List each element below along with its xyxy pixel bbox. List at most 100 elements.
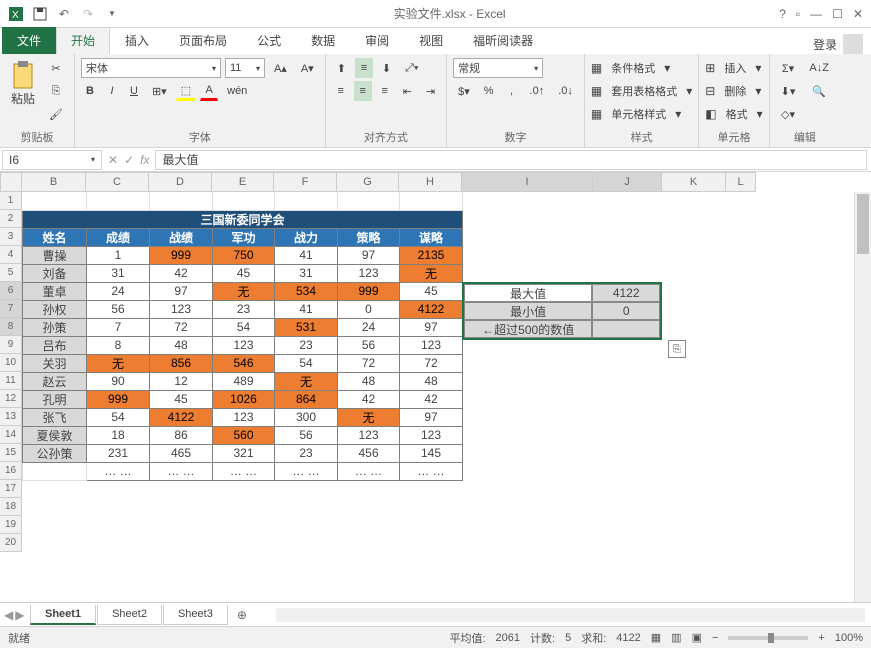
data-cell[interactable]: 72 xyxy=(338,354,400,372)
fx-icon[interactable]: fx xyxy=(140,153,149,167)
data-cell[interactable]: 97 xyxy=(150,282,213,300)
data-cell[interactable]: 999 xyxy=(87,390,150,408)
data-cell[interactable]: 489 xyxy=(213,372,275,390)
bold-button[interactable]: B xyxy=(81,81,99,101)
data-cell[interactable]: 无 xyxy=(338,408,400,426)
table-header-cell[interactable]: 战力 xyxy=(275,228,338,246)
copy-icon[interactable]: ⎘ xyxy=(44,81,68,101)
select-all-corner[interactable] xyxy=(0,172,22,192)
data-cell[interactable]: 1 xyxy=(87,246,150,264)
data-cell[interactable]: 560 xyxy=(213,426,275,444)
percent-icon[interactable]: % xyxy=(479,81,499,101)
table-header-cell[interactable]: 成绩 xyxy=(87,228,150,246)
sheet-nav-next-icon[interactable]: ▶ xyxy=(15,608,24,622)
data-cell[interactable]: 48 xyxy=(338,372,400,390)
minimize-icon[interactable]: — xyxy=(810,7,822,21)
name-box[interactable]: I6▾ xyxy=(2,150,102,170)
sort-filter-icon[interactable]: A↓Z xyxy=(804,58,834,78)
cell-styles-button[interactable]: 单元格样式 xyxy=(606,104,671,124)
cell-area[interactable]: 三国新委同学会姓名成绩战绩军功战力策略谋略曹操199975041972135刘备… xyxy=(22,192,463,481)
data-cell[interactable]: 546 xyxy=(213,354,275,372)
column-header[interactable]: H xyxy=(399,172,462,192)
row-header[interactable]: 8 xyxy=(0,318,22,336)
currency-icon[interactable]: $▾ xyxy=(453,81,475,101)
data-cell[interactable]: 90 xyxy=(87,372,150,390)
row-header[interactable]: 17 xyxy=(0,480,22,498)
user-avatar-icon[interactable] xyxy=(843,34,863,54)
data-cell[interactable]: 孙权 xyxy=(23,300,87,318)
row-header[interactable]: 2 xyxy=(0,210,22,228)
data-cell[interactable]: 孔明 xyxy=(23,390,87,408)
align-top-icon[interactable]: ⬆ xyxy=(332,58,351,78)
data-cell[interactable]: 曹操 xyxy=(23,246,87,264)
align-left-icon[interactable]: ≡ xyxy=(332,81,350,101)
clear-icon[interactable]: ◇▾ xyxy=(776,104,801,124)
column-header[interactable]: J xyxy=(593,172,662,192)
align-middle-icon[interactable]: ≡ xyxy=(355,58,373,78)
data-cell[interactable]: 1026 xyxy=(213,390,275,408)
data-cell[interactable]: 48 xyxy=(150,336,213,354)
data-cell[interactable]: 无 xyxy=(275,372,338,390)
zoom-slider[interactable] xyxy=(728,636,808,640)
fill-icon[interactable]: ⬇▾ xyxy=(776,81,801,101)
row-header[interactable]: 18 xyxy=(0,498,22,516)
column-header[interactable]: B xyxy=(22,172,86,192)
tab-file[interactable]: 文件 xyxy=(2,27,56,54)
conditional-format-button[interactable]: 条件格式 xyxy=(606,58,660,78)
data-cell[interactable]: … … xyxy=(150,462,213,480)
sheet-nav-prev-icon[interactable]: ◀ xyxy=(4,608,13,622)
data-cell[interactable]: 董卓 xyxy=(23,282,87,300)
data-cell[interactable]: 534 xyxy=(275,282,338,300)
data-cell[interactable]: 孙策 xyxy=(23,318,87,336)
data-cell[interactable]: 145 xyxy=(400,444,463,462)
selection-range[interactable]: 最大值4122最小值0←超过500的数值 xyxy=(462,282,662,340)
data-cell[interactable]: 吕布 xyxy=(23,336,87,354)
data-cell[interactable]: 56 xyxy=(87,300,150,318)
zoom-level[interactable]: 100% xyxy=(835,632,863,644)
row-header[interactable]: 7 xyxy=(0,300,22,318)
data-cell[interactable]: 31 xyxy=(275,264,338,282)
data-cell[interactable]: 97 xyxy=(400,318,463,336)
add-sheet-button[interactable]: ⊕ xyxy=(229,605,255,625)
row-header[interactable]: 14 xyxy=(0,426,22,444)
data-cell[interactable]: 86 xyxy=(150,426,213,444)
orientation-icon[interactable]: ⤢▾ xyxy=(400,58,423,78)
data-cell[interactable]: 0 xyxy=(338,300,400,318)
data-cell[interactable]: 123 xyxy=(213,408,275,426)
align-right-icon[interactable]: ≡ xyxy=(376,81,394,101)
data-cell[interactable]: 公孙策 xyxy=(23,444,87,462)
help-icon[interactable]: ? xyxy=(779,7,786,21)
data-cell[interactable]: … … xyxy=(87,462,150,480)
data-cell[interactable]: 54 xyxy=(213,318,275,336)
phonetic-icon[interactable]: wén xyxy=(222,81,252,101)
font-name-combo[interactable]: 宋体▾ xyxy=(81,58,221,78)
data-cell[interactable]: 321 xyxy=(213,444,275,462)
data-cell[interactable]: 18 xyxy=(87,426,150,444)
fill-color-icon[interactable]: ⬚ xyxy=(176,81,196,101)
data-cell[interactable]: 465 xyxy=(150,444,213,462)
data-cell[interactable]: 关羽 xyxy=(23,354,87,372)
row-header[interactable]: 20 xyxy=(0,534,22,552)
tab-data[interactable]: 数据 xyxy=(296,27,350,54)
close-icon[interactable]: ✕ xyxy=(853,7,863,21)
row-header[interactable]: 16 xyxy=(0,462,22,480)
data-cell[interactable]: 300 xyxy=(275,408,338,426)
data-cell[interactable]: 12 xyxy=(150,372,213,390)
data-cell[interactable]: 无 xyxy=(213,282,275,300)
view-layout-icon[interactable]: ▥ xyxy=(671,631,681,644)
underline-button[interactable]: U xyxy=(125,81,143,101)
data-cell[interactable]: 4122 xyxy=(400,300,463,318)
tab-view[interactable]: 视图 xyxy=(404,27,458,54)
table-header-cell[interactable]: 谋略 xyxy=(400,228,463,246)
view-pagebreak-icon[interactable]: ▣ xyxy=(692,631,702,644)
italic-button[interactable]: I xyxy=(103,81,121,101)
data-cell[interactable]: 23 xyxy=(213,300,275,318)
data-cell[interactable]: 750 xyxy=(213,246,275,264)
data-cell[interactable]: 123 xyxy=(400,336,463,354)
data-cell[interactable]: 41 xyxy=(275,300,338,318)
format-cells-button[interactable]: 格式 xyxy=(721,104,753,124)
data-cell[interactable]: 54 xyxy=(275,354,338,372)
column-header[interactable]: L xyxy=(726,172,756,192)
cancel-formula-icon[interactable]: ✕ xyxy=(108,153,118,167)
data-cell[interactable]: 无 xyxy=(87,354,150,372)
